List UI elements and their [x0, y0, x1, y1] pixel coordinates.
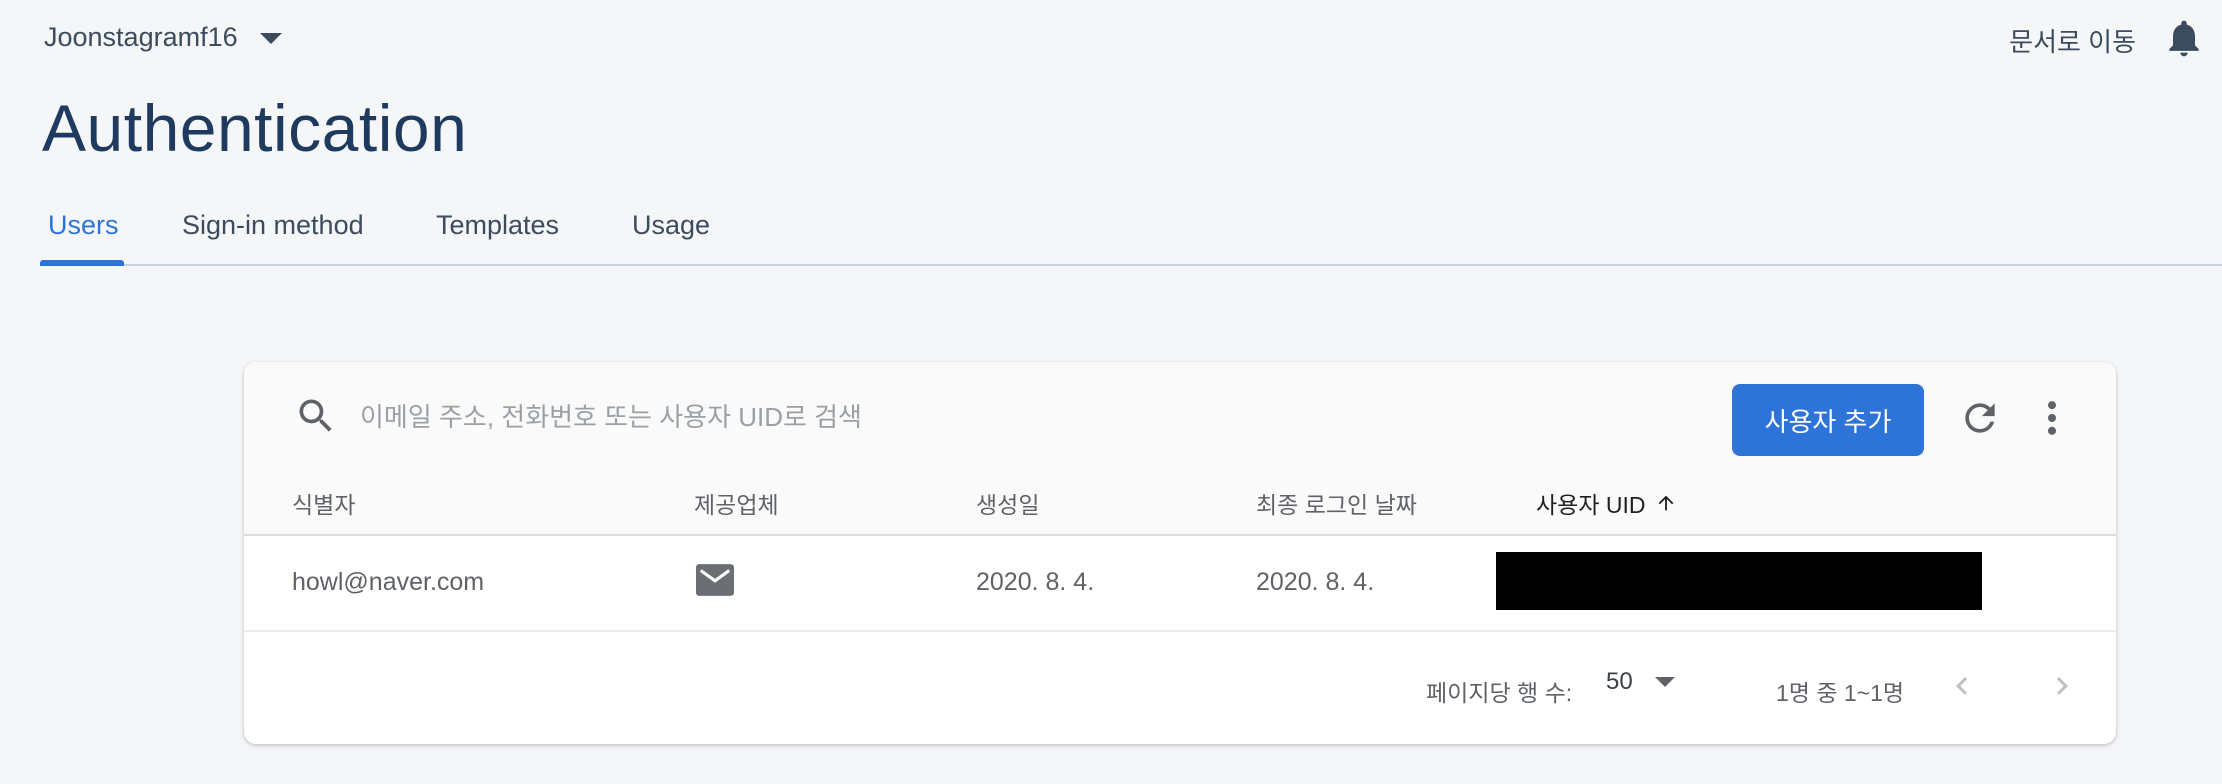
page-range: 1명 중 1~1명: [1776, 680, 1905, 706]
tab-templates[interactable]: Templates: [430, 210, 565, 241]
column-header-uid-label: 사용자 UID: [1536, 492, 1646, 518]
tab-label: Users: [48, 210, 119, 240]
chevron-right-icon[interactable]: [2044, 668, 2080, 704]
docs-link[interactable]: 문서로 이동: [2009, 22, 2136, 59]
rows-per-page-value: 50: [1606, 668, 1633, 695]
tab-bar: Users Sign-in method Templates Usage: [40, 200, 2222, 266]
chevron-down-icon: [1654, 677, 1675, 687]
tab-label: Templates: [436, 210, 560, 240]
add-user-button[interactable]: 사용자 추가: [1732, 384, 1924, 456]
project-selector[interactable]: Joonstagramf16: [44, 22, 282, 53]
refresh-icon[interactable]: [1958, 396, 2002, 440]
mail-icon: [696, 564, 734, 596]
rows-per-page-label: 페이지당 행 수:: [1426, 680, 1573, 706]
search-input[interactable]: [360, 392, 1360, 442]
table-row[interactable]: howl@naver.com 2020. 8. 4. 2020. 8. 4.: [244, 536, 2116, 632]
tab-users[interactable]: Users: [42, 210, 125, 241]
tab-label: Sign-in method: [182, 210, 364, 240]
cell-uid-redacted: [1496, 552, 1982, 610]
tab-sign-in-method[interactable]: Sign-in method: [176, 210, 370, 241]
more-vert-icon[interactable]: [2040, 396, 2064, 440]
cell-last-sign-in: 2020. 8. 4.: [1256, 568, 1375, 596]
bell-icon[interactable]: [2162, 16, 2206, 60]
column-header-identifier[interactable]: 식별자: [292, 486, 355, 520]
cell-created: 2020. 8. 4.: [976, 568, 1095, 596]
column-header-provider[interactable]: 제공업체: [694, 486, 779, 520]
chevron-left-icon[interactable]: [1944, 668, 1980, 704]
tab-usage[interactable]: Usage: [626, 210, 716, 241]
column-header-last-sign-in[interactable]: 최종 로그인 날짜: [1256, 486, 1417, 520]
project-name: Joonstagramf16: [44, 22, 238, 52]
rows-per-page-select[interactable]: 50: [1606, 668, 1675, 696]
column-header-uid[interactable]: 사용자 UID: [1536, 486, 1677, 520]
arrow-up-icon: [1659, 495, 1674, 511]
cell-identifier: howl@naver.com: [292, 568, 485, 596]
chevron-down-icon: [259, 33, 282, 44]
search-icon: [299, 399, 332, 432]
card-header: 사용자 추가 식별자 제공업체 생성일 최종 로그인 날짜 사용자 UID: [244, 362, 2116, 536]
users-card: 사용자 추가 식별자 제공업체 생성일 최종 로그인 날짜 사용자 UID ho…: [244, 362, 2116, 744]
page-title: Authentication: [42, 91, 468, 165]
active-tab-indicator: [40, 260, 124, 266]
column-header-created[interactable]: 생성일: [976, 486, 1039, 520]
tab-label: Usage: [632, 210, 711, 240]
top-bar: Joonstagramf16 문서로 이동: [0, 0, 2222, 78]
